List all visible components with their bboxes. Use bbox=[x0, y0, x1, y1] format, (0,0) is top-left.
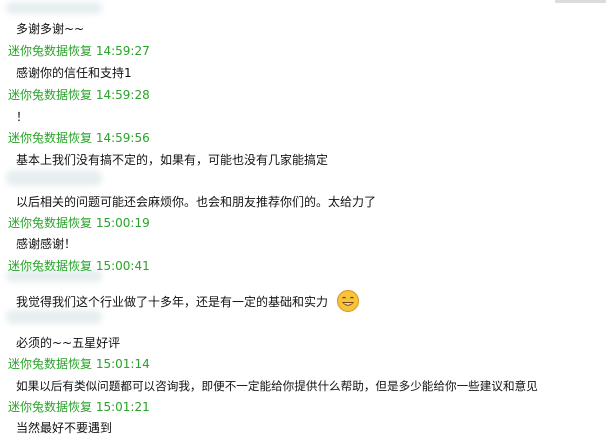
sender-line: 迷你兔数据恢复 14:59:28 bbox=[8, 88, 150, 102]
message-text: 如果以后有类似问题都可以咨询我，即便不一定能给你提供什么帮助，但是多少能给你一些… bbox=[16, 379, 538, 393]
message-text: 多谢多谢~~ bbox=[16, 22, 85, 36]
sender-name: 迷你兔数据恢复 bbox=[8, 400, 93, 414]
message-text: 感谢你的信任和支持1 bbox=[16, 66, 132, 80]
message-time: 15:00:19 bbox=[95, 216, 150, 230]
sender-name: 迷你兔数据恢复 bbox=[8, 131, 93, 145]
message-text: 当然最好不要遇到 bbox=[16, 421, 113, 435]
message-time: 14:59:27 bbox=[95, 44, 150, 58]
sender-name: 迷你兔数据恢复 bbox=[8, 216, 93, 230]
sender-line: 迷你兔数据恢复 14:59:27 bbox=[8, 44, 150, 58]
sender-line: 迷你兔数据恢复 14:59:56 bbox=[8, 131, 150, 145]
message-text: 基本上我们没有搞不定的，如果有，可能也没有几家能搞定 bbox=[16, 153, 329, 167]
sender-name: 迷你兔数据恢复 bbox=[8, 44, 93, 58]
message-time: 15:01:21 bbox=[95, 400, 150, 414]
message-text: 我觉得我们这个行业做了十多年，还是有一定的基础和实力 bbox=[16, 295, 329, 309]
sender-line: 迷你兔数据恢复 15:01:14 bbox=[8, 357, 150, 371]
message-text: 以后相关的问题可能还会麻烦你。也会和朋友推荐你们的。太给力了 bbox=[16, 195, 377, 209]
grin-emoji-icon bbox=[336, 289, 360, 316]
message-text: 必须的~~五星好评 bbox=[16, 336, 121, 350]
sender-name: 迷你兔数据恢复 bbox=[8, 259, 93, 273]
sender-line: 迷你兔数据恢复 15:00:19 bbox=[8, 216, 150, 230]
scroll-indicator bbox=[555, 0, 606, 3]
message-time: 15:00:41 bbox=[95, 259, 150, 273]
message-text: ！ bbox=[16, 110, 29, 124]
chat-history: 多谢多谢~~ 迷你兔数据恢复 14:59:27 感谢你的信任和支持1 迷你兔数据… bbox=[0, 0, 606, 438]
message-with-emoji: 我觉得我们这个行业做了十多年，还是有一定的基础和实力 bbox=[16, 289, 360, 316]
redacted-sender-name bbox=[6, 170, 102, 186]
sender-line: 迷你兔数据恢复 15:01:21 bbox=[8, 400, 150, 414]
sender-name: 迷你兔数据恢复 bbox=[8, 88, 93, 102]
message-text: 感谢感谢！ bbox=[16, 237, 77, 251]
sender-name: 迷你兔数据恢复 bbox=[8, 357, 93, 371]
message-time: 14:59:56 bbox=[95, 131, 150, 145]
redacted-sender-name bbox=[6, 2, 102, 14]
message-time: 14:59:28 bbox=[95, 88, 150, 102]
message-time: 15:01:14 bbox=[95, 357, 150, 371]
sender-line: 迷你兔数据恢复 15:00:41 bbox=[8, 259, 150, 273]
